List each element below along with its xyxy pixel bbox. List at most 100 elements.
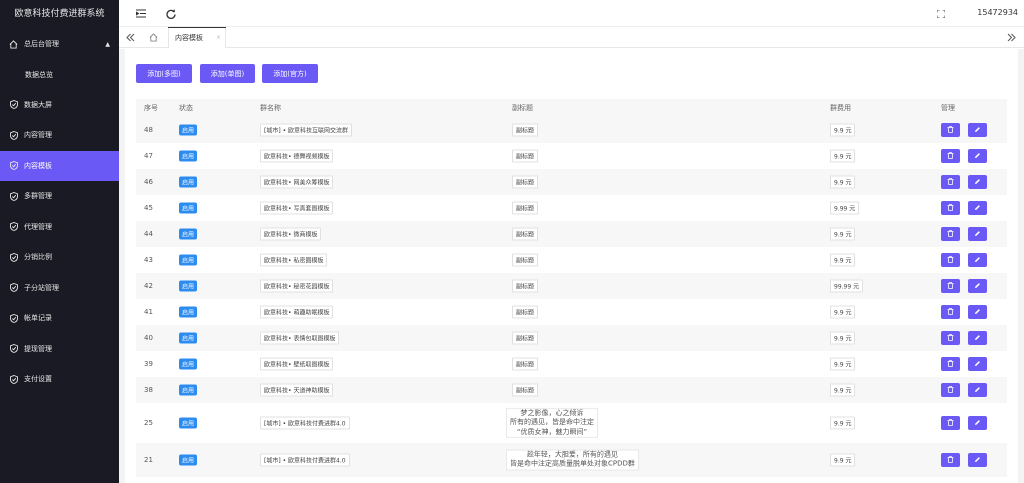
subtitle-cell: 副标题: [512, 383, 539, 397]
subtitle-cell: 副标题: [512, 201, 539, 215]
delete-button[interactable]: [941, 453, 960, 467]
close-icon[interactable]: ×: [216, 34, 221, 41]
shield-check-icon: [9, 191, 18, 201]
sidebar-item-withdraw-manage[interactable]: 提现管理: [0, 334, 119, 365]
edit-button[interactable]: [968, 383, 987, 397]
status-badge: 启用: [179, 124, 198, 136]
edit-button[interactable]: [968, 357, 987, 371]
pencil-icon: [974, 456, 981, 465]
app-title: 欧意科技付费进群系统: [14, 9, 105, 19]
edit-button[interactable]: [968, 253, 987, 267]
group-fee: 9.9 元: [830, 227, 856, 241]
pencil-icon: [974, 282, 981, 291]
table-header: 序号 状态 群名称 副标题 群费用 管理: [136, 99, 1007, 117]
sidebar-item-label: 多群管理: [24, 192, 52, 201]
edit-button[interactable]: [968, 453, 987, 467]
sidebar-item-content-manage[interactable]: 内容管理: [0, 120, 119, 151]
trash-icon: [947, 281, 954, 291]
add-official-button[interactable]: 添加(官方): [262, 64, 318, 83]
row-id: 38: [144, 386, 153, 394]
edit-button[interactable]: [968, 175, 987, 189]
sidebar-item-label: 分销比例: [24, 253, 52, 262]
delete-button[interactable]: [941, 201, 960, 215]
sidebar-item-admin[interactable]: 总后台管理 ▲: [0, 29, 119, 60]
home-icon[interactable]: [148, 32, 159, 43]
delete-button[interactable]: [941, 175, 960, 189]
edit-button[interactable]: [968, 279, 987, 293]
trash-icon: [947, 177, 954, 187]
sidebar-item-label: 子分站管理: [24, 283, 59, 292]
row-id: 21: [144, 456, 153, 464]
add-multi-button[interactable]: 添加(多图): [136, 64, 192, 83]
tab-content-template[interactable]: 内容模板 ×: [168, 27, 226, 48]
fullscreen-icon[interactable]: [935, 8, 946, 19]
table-row: 46 启用 欧意科技• 网美众筹模板 副标题 9.9 元: [136, 169, 1007, 195]
group-fee: 9.9 元: [830, 416, 856, 430]
edit-button[interactable]: [968, 416, 987, 430]
delete-button[interactable]: [941, 123, 960, 137]
double-right-icon[interactable]: [1006, 32, 1017, 43]
delete-button[interactable]: [941, 331, 960, 345]
group-name: 欧意科技• 私密圈模板: [260, 253, 328, 267]
sidebar-item-bill-record[interactable]: 帐单记录: [0, 303, 119, 334]
main-content: 添加(多图) 添加(单图) 添加(官方) 序号 状态 群名称 副标题 群费用 管…: [119, 49, 1024, 483]
row-id: 25: [144, 419, 153, 427]
subtitle-line: 皆是命中注定高质量脱单处对象CPDD群: [510, 460, 635, 468]
group-fee: 9.9 元: [830, 253, 856, 267]
table-row: 42 启用 欧意科技• 秘密花园模板 副标题 99.99 元: [136, 273, 1007, 299]
trash-icon: [947, 203, 954, 213]
sidebar-item-multi-group[interactable]: 多群管理: [0, 181, 119, 212]
delete-button[interactable]: [941, 149, 960, 163]
trash-icon: [947, 229, 954, 239]
table-row: 44 启用 欧意科技• 微商模板 副标题 9.9 元: [136, 221, 1007, 247]
group-name: 欧意科技• 网美众筹模板: [260, 175, 334, 189]
edit-button[interactable]: [968, 201, 987, 215]
refresh-icon[interactable]: [165, 8, 176, 19]
delete-button[interactable]: [941, 279, 960, 293]
sidebar-item-content-template[interactable]: 内容模板: [0, 150, 119, 181]
edit-button[interactable]: [968, 305, 987, 319]
add-single-button[interactable]: 添加(单图): [200, 64, 255, 83]
delete-button[interactable]: [941, 383, 960, 397]
status-badge: 启用: [179, 358, 198, 370]
delete-button[interactable]: [941, 253, 960, 267]
edit-button[interactable]: [968, 227, 987, 241]
pencil-icon: [974, 152, 981, 161]
sidebar-item-overview[interactable]: 数据总览: [0, 60, 119, 90]
table-row: 21 启用 [城市] • 欧意科技付费进群4.0 趁年轻，大胆爱，所有的遇见 皆是命中注…: [136, 443, 1007, 477]
delete-button[interactable]: [941, 357, 960, 371]
group-name: 欧意科技• 微商模板: [260, 227, 322, 241]
trash-icon: [947, 151, 954, 161]
shield-check-icon: [9, 130, 18, 140]
sidebar-item-data-screen[interactable]: 数据大屏: [0, 90, 119, 121]
sidebar-item-agent-manage[interactable]: 代理管理: [0, 212, 119, 243]
shield-check-icon: [9, 344, 18, 354]
row-id: 41: [144, 308, 153, 316]
sidebar-item-distribution-ratio[interactable]: 分销比例: [0, 242, 119, 273]
delete-button[interactable]: [941, 416, 960, 430]
subtitle-cell: 副标题: [512, 149, 539, 163]
sidebar-item-substation-manage[interactable]: 子分站管理: [0, 273, 119, 304]
user-account[interactable]: 15472934: [977, 8, 1018, 17]
edit-button[interactable]: [968, 149, 987, 163]
group-name: [城市] • 欧意科技互联网交流群: [260, 123, 353, 137]
double-left-icon[interactable]: [125, 32, 136, 43]
fold-menu-icon[interactable]: [135, 8, 146, 19]
trash-icon: [947, 125, 954, 135]
delete-button[interactable]: [941, 227, 960, 241]
group-fee: 9.9 元: [830, 331, 856, 345]
group-fee: 9.9 元: [830, 357, 856, 371]
group-fee: 9.9 元: [830, 123, 856, 137]
group-name: 欧意科技• 秘密花园模板: [260, 279, 334, 293]
sidebar-item-label: 数据大屏: [24, 100, 52, 109]
edit-button[interactable]: [968, 331, 987, 345]
pencil-icon: [974, 126, 981, 135]
delete-button[interactable]: [941, 305, 960, 319]
status-badge: 启用: [179, 306, 198, 318]
shield-check-icon: [9, 374, 18, 384]
group-name: 欧意科技• 天道神助模板: [260, 383, 334, 397]
table-row: 25 启用 [城市] • 欧意科技付费进群4.0 梦之影像，心之倾诉 所有的遇见，皆是命…: [136, 403, 1007, 443]
edit-button[interactable]: [968, 123, 987, 137]
table-row: 43 启用 欧意科技• 私密圈模板 副标题 9.9 元: [136, 247, 1007, 273]
sidebar-item-payment-settings[interactable]: 支付设置: [0, 364, 119, 395]
